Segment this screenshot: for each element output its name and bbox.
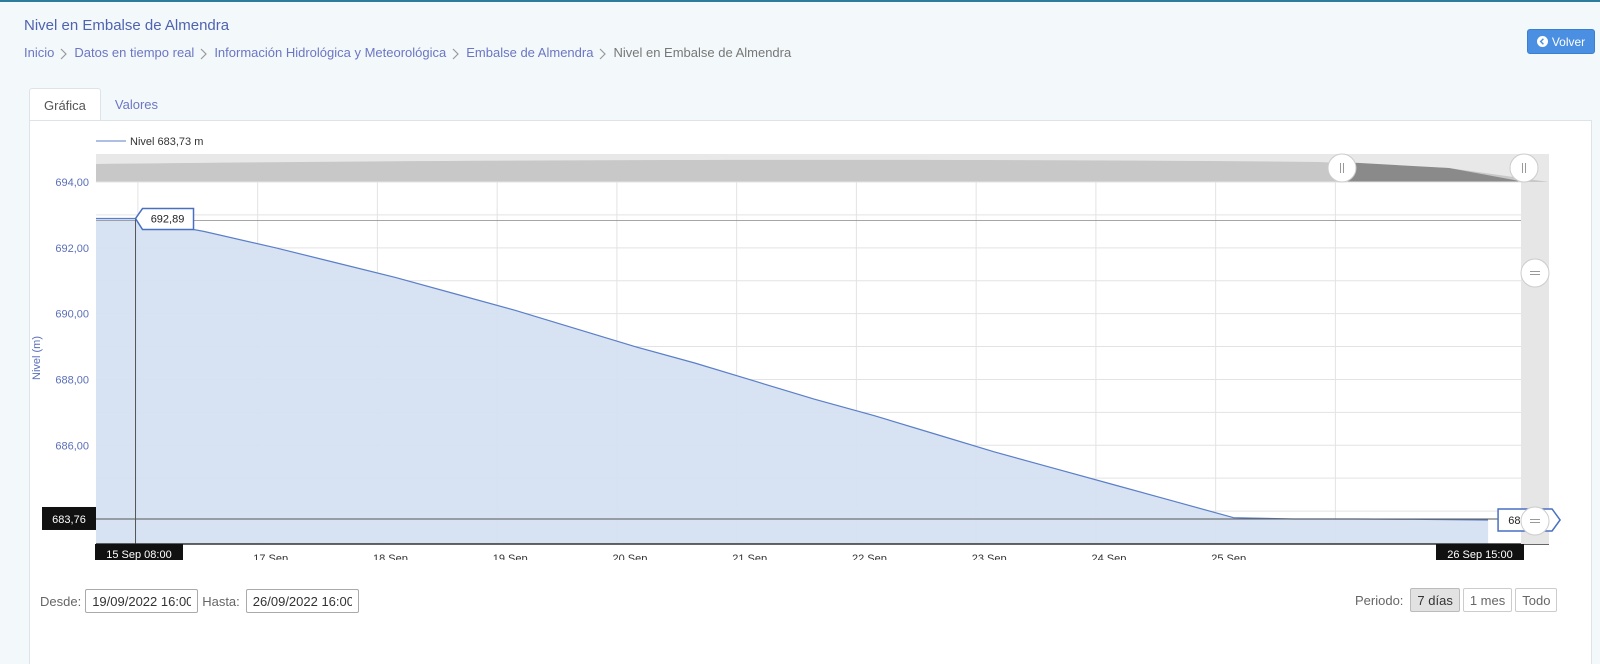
y-tick-label: 686,00 <box>55 440 89 452</box>
level-chart: 694,00692,00690,00688,00686,0016 Sep17 S… <box>31 136 1561 560</box>
back-button-label: Volver <box>1551 34 1586 49</box>
handle-circle <box>1327 153 1357 183</box>
y-zoom-bottom-handle[interactable] <box>1520 506 1550 536</box>
y-tick-label: 692,00 <box>55 243 89 255</box>
tab-bar: Gráfica Valores <box>29 88 172 121</box>
navigator-left-handle[interactable] <box>1327 153 1357 183</box>
from-date-input[interactable] <box>85 589 199 613</box>
x-tick-label: 18 Sep <box>373 553 408 560</box>
x-tick-label: 23 Sep <box>972 553 1007 560</box>
x-tick-label: 25 Sep <box>1211 553 1246 560</box>
chevron-right-icon <box>593 45 613 60</box>
breadcrumb-info-hidrologica[interactable]: Información Hidrológica y Meteorológica <box>214 45 446 60</box>
period-1-month-button[interactable]: 1 mes <box>1462 588 1513 612</box>
period-all-button[interactable]: Todo <box>1515 588 1558 612</box>
tab-grafica[interactable]: Gráfica <box>29 88 101 121</box>
point-tooltip-label: 692,89 <box>151 214 185 226</box>
back-arrow-icon <box>1536 36 1548 47</box>
x-tick-label: 19 Sep <box>493 553 528 560</box>
top-accent-line <box>0 0 1600 2</box>
chevron-right-icon <box>446 45 466 60</box>
handle-circle <box>1509 153 1539 183</box>
to-date-input[interactable] <box>245 589 359 613</box>
legend[interactable]: Nivel 683,73 m <box>96 136 203 148</box>
x-tick-label: 17 Sep <box>253 553 288 560</box>
period-selector: Periodo: 7 días 1 mes Todo <box>1355 588 1558 612</box>
date-range: Desde: Hasta: <box>40 589 359 613</box>
y-zoom-top-handle[interactable] <box>1520 258 1550 288</box>
crosshair-x-label: 15 Sep 08:00 <box>106 549 171 560</box>
x-tick-label: 21 Sep <box>732 553 767 560</box>
breadcrumb-current: Nivel en Embalse de Almendra <box>613 45 792 60</box>
period-label: Periodo: <box>1355 592 1404 608</box>
breadcrumb-embalse[interactable]: Embalse de Almendra <box>466 45 593 60</box>
breadcrumb-inicio[interactable]: Inicio <box>24 45 54 60</box>
handle-circle <box>1520 506 1550 536</box>
from-label: Desde: <box>40 593 82 609</box>
tab-valores[interactable]: Valores <box>101 88 172 121</box>
chevron-right-icon <box>194 45 214 60</box>
x-tick-label: 22 Sep <box>852 553 887 560</box>
y-tick-label: 694,00 <box>55 177 89 189</box>
chevron-right-icon <box>54 45 74 60</box>
to-label: Hasta: <box>202 593 240 609</box>
breadcrumb: Inicio Datos en tiempo real Información … <box>24 45 791 60</box>
x-tick-label: 24 Sep <box>1091 553 1126 560</box>
x-tick-label: 20 Sep <box>612 553 647 560</box>
series-area <box>96 218 1489 544</box>
y-tick-label: 690,00 <box>55 309 89 321</box>
chart-series <box>96 217 1521 544</box>
y-tick-label: 688,00 <box>55 374 89 386</box>
y-axis-title: Nivel (m) <box>31 336 43 380</box>
handle-circle <box>1520 258 1550 288</box>
legend-label: Nivel 683,73 m <box>130 136 203 148</box>
page-title: Nivel en Embalse de Almendra <box>24 17 230 34</box>
y-scrollbar-track <box>1521 182 1549 544</box>
navigator-right-handle[interactable] <box>1509 153 1539 183</box>
back-button[interactable]: Volver <box>1527 29 1595 54</box>
crosshair-y-label: 683,76 <box>52 514 86 526</box>
crosshair-x-label: 26 Sep 15:00 <box>1447 549 1512 560</box>
period-7-days-button[interactable]: 7 días <box>1410 588 1460 612</box>
breadcrumb-datos-tiempo-real[interactable]: Datos en tiempo real <box>74 45 194 60</box>
